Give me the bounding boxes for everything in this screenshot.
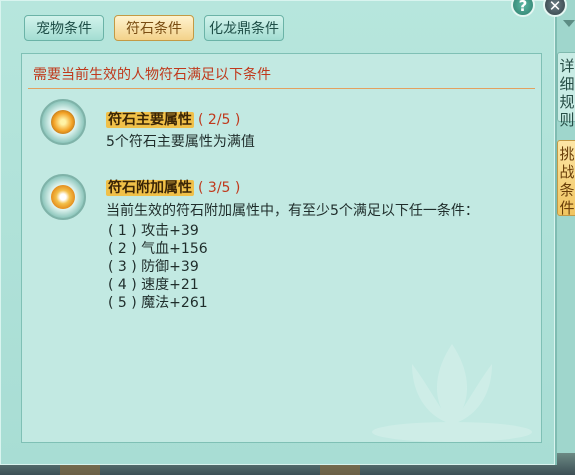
close-icon[interactable]: ✕ — [543, 0, 567, 17]
extra-attribute-count: ( 3/5 ) — [198, 180, 241, 196]
main-attribute-name: 符石主要属性 — [106, 112, 194, 128]
condition-item: ( 1 ) 攻击+39 — [108, 223, 199, 239]
extra-attribute-rune-icon — [40, 174, 86, 220]
extra-attribute-desc: 当前生效的符石附加属性中，有至少5个满足以下任一条件： — [106, 203, 479, 219]
extra-attribute-title: 符石附加属性( 3/5 ) — [106, 177, 240, 197]
header-divider — [28, 88, 535, 89]
main-attribute-title: 符石主要属性( 2/5 ) — [106, 109, 240, 129]
tab-rune-conditions[interactable]: 符石条件 — [114, 15, 194, 41]
challenge-conditions-button[interactable]: 挑战条件 — [557, 140, 575, 217]
condition-item: ( 3 ) 防御+39 — [108, 259, 199, 275]
condition-item: ( 2 ) 气血+156 — [108, 241, 208, 257]
tab-dragon-cauldron-conditions[interactable]: 化龙鼎条件 — [204, 15, 284, 41]
conditions-content: 需要当前生效的人物符石满足以下条件 符石主要属性( 2/5 ) 5个符石主要属性… — [21, 53, 542, 443]
detailed-rules-button[interactable]: 详细规则 — [557, 52, 575, 129]
lotus-watermark — [372, 344, 532, 442]
extra-attribute-name: 符石附加属性 — [106, 180, 194, 196]
scroll-arrow-icon[interactable] — [563, 20, 575, 27]
main-attribute-rune-icon — [40, 99, 86, 145]
conditions-panel: 宠物条件 符石条件 化龙鼎条件 需要当前生效的人物符石满足以下条件 符石主要属性… — [0, 0, 557, 465]
main-attribute-count: ( 2/5 ) — [198, 112, 241, 128]
tab-pet-conditions[interactable]: 宠物条件 — [24, 15, 104, 41]
condition-item: ( 5 ) 魔法+261 — [108, 295, 208, 311]
condition-item: ( 4 ) 速度+21 — [108, 277, 199, 293]
main-attribute-desc: 5个符石主要属性为满值 — [106, 134, 255, 150]
requirement-header: 需要当前生效的人物符石满足以下条件 — [33, 67, 271, 83]
